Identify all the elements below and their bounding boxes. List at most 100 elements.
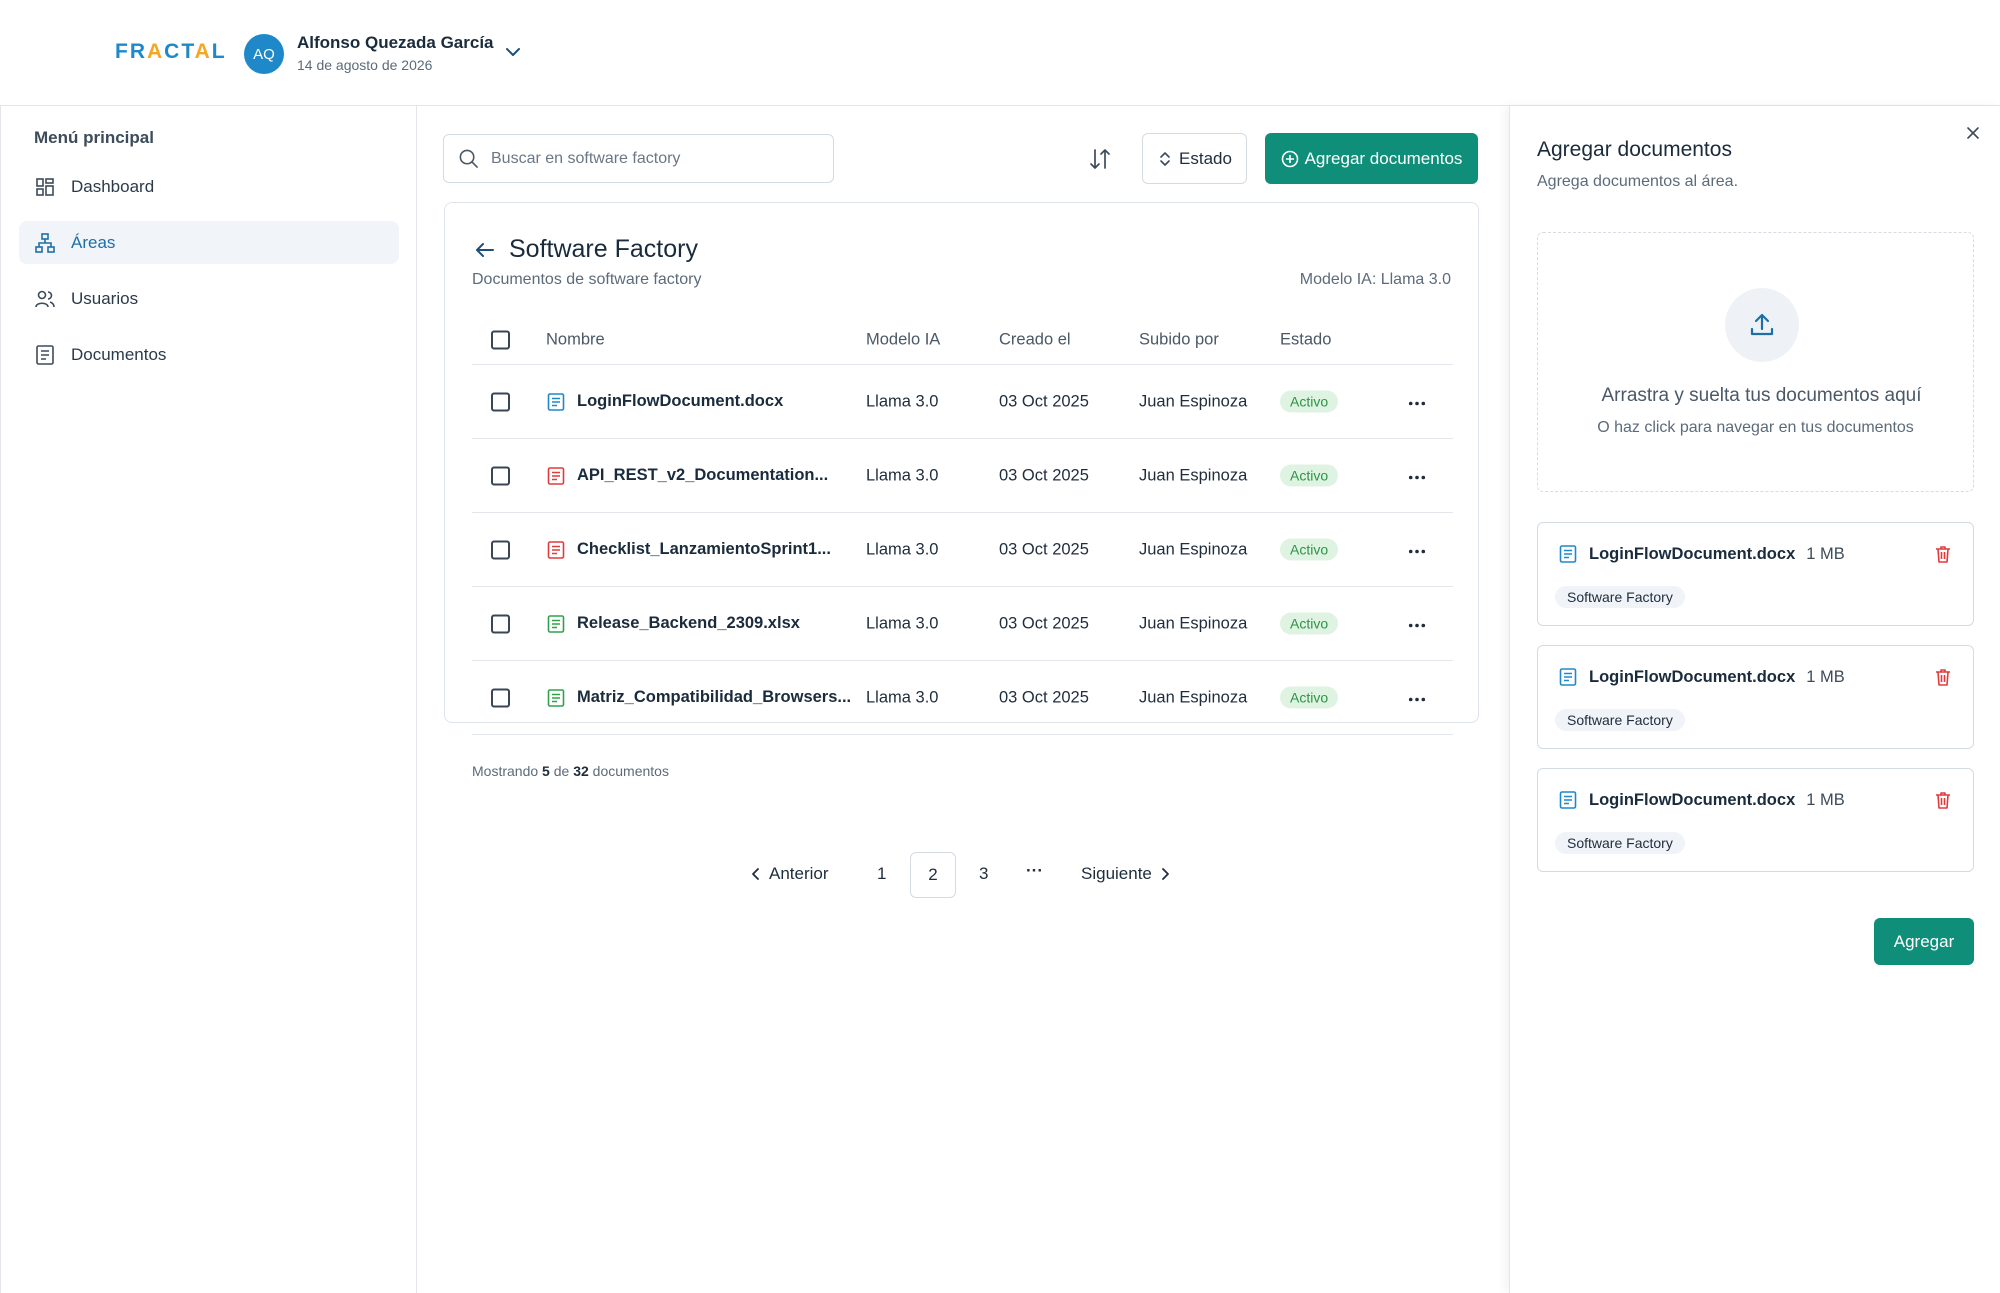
page-1-button[interactable]: 1	[877, 864, 886, 884]
page-subtitle: Documentos de software factory	[472, 271, 702, 288]
area-tag: Software Factory	[1555, 832, 1685, 854]
column-header-model[interactable]: Modelo IA	[866, 331, 940, 350]
uploaded-file-name: LoginFlowDocument.docx 1 MB	[1558, 790, 1845, 810]
panel-subtitle: Agrega documentos al área.	[1537, 173, 1739, 190]
uploader-cell: Juan Espinoza	[1139, 392, 1248, 410]
sidebar: Menú principal Dashboard Áreas Usuarios …	[0, 106, 417, 1293]
file-name-text: Checklist_LanzamientoSprint1...	[577, 540, 831, 558]
created-cell: 03 Oct 2025	[999, 614, 1089, 632]
next-label: Siguiente	[1081, 864, 1152, 883]
trash-icon[interactable]	[1933, 667, 1953, 687]
estado-filter-button[interactable]: Estado	[1142, 133, 1247, 184]
file-dropzone[interactable]: Arrastra y suelta tus documentos aquí O …	[1537, 232, 1974, 492]
file-icon	[1559, 668, 1577, 686]
file-icon	[1559, 545, 1577, 563]
file-icon	[547, 688, 565, 707]
footer-mid: de	[553, 763, 570, 779]
panel-title: Agregar documentos	[1537, 138, 1732, 161]
search-box[interactable]	[443, 134, 834, 183]
chevron-down-icon[interactable]	[503, 42, 523, 62]
table-row[interactable]: Release_Backend_2309.xlsx Llama 3.0 03 Oct…	[472, 587, 1453, 661]
column-header-state[interactable]: Estado	[1280, 331, 1331, 350]
more-options-icon[interactable]	[1408, 688, 1428, 707]
row-checkbox[interactable]	[491, 614, 510, 633]
uploaded-file-name-text: LoginFlowDocument.docx	[1589, 667, 1796, 686]
column-header-name[interactable]: Nombre	[546, 331, 605, 350]
created-cell: 03 Oct 2025	[999, 392, 1089, 410]
file-name[interactable]: LoginFlowDocument.docx	[546, 392, 783, 412]
table-row[interactable]: Matriz_Compatibilidad_Browsers... Llama 3…	[472, 661, 1453, 735]
model-cell: Llama 3.0	[866, 688, 939, 706]
users-icon	[35, 290, 55, 307]
arrow-left-icon[interactable]	[473, 238, 497, 262]
sidebar-item-label: Usuarios	[71, 288, 139, 308]
sidebar-item-documents[interactable]: Documentos	[19, 333, 399, 376]
model-info: Modelo IA: Llama 3.0	[1299, 271, 1451, 288]
more-options-icon[interactable]	[1408, 466, 1428, 485]
model-cell: Llama 3.0	[866, 466, 939, 484]
select-all-checkbox[interactable]	[491, 330, 510, 350]
hierarchy-icon	[35, 232, 55, 253]
area-tag: Software Factory	[1555, 709, 1685, 731]
page-2-button[interactable]: 2	[910, 852, 956, 898]
file-name-text: Matriz_Compatibilidad_Browsers...	[577, 688, 852, 706]
sidebar-item-areas[interactable]: Áreas	[19, 221, 399, 264]
footer-total-count: 32	[573, 763, 589, 779]
more-options-icon[interactable]	[1408, 540, 1428, 559]
trash-icon[interactable]	[1933, 544, 1953, 564]
file-icon	[1559, 791, 1577, 809]
uploader-cell: Juan Espinoza	[1139, 466, 1248, 484]
agregar-button[interactable]: Agregar	[1874, 918, 1974, 965]
status-badge: Activo	[1280, 538, 1339, 560]
row-checkbox[interactable]	[491, 392, 510, 411]
add-documents-button[interactable]: Agregar documentos	[1265, 133, 1478, 184]
uploaded-file-name-text: LoginFlowDocument.docx	[1589, 544, 1796, 563]
next-page-button[interactable]: Siguiente	[1081, 864, 1172, 884]
sidebar-item-dashboard[interactable]: Dashboard	[19, 165, 399, 208]
chevron-right-icon	[1161, 868, 1169, 880]
search-input[interactable]	[491, 149, 811, 168]
logo-part: A	[147, 40, 165, 63]
menu-title: Menú principal	[34, 128, 154, 147]
fractal-logo[interactable]: FRACTAL	[115, 40, 227, 64]
uploaded-file-name-text: LoginFlowDocument.docx	[1589, 790, 1796, 809]
previous-page-button[interactable]: Anterior	[749, 864, 829, 884]
model-cell: Llama 3.0	[866, 540, 939, 558]
file-name[interactable]: Release_Backend_2309.xlsx	[546, 614, 800, 634]
dropzone-title: Arrastra y suelta tus documentos aquí	[1601, 385, 1922, 406]
row-checkbox[interactable]	[491, 466, 510, 485]
status-badge: Activo	[1280, 464, 1339, 486]
close-icon[interactable]	[1964, 124, 1982, 142]
file-icon	[547, 540, 565, 559]
logo-part: CT	[164, 40, 195, 63]
table-row[interactable]: LoginFlowDocument.docx Llama 3.0 03 Oct 20…	[472, 365, 1453, 439]
page-3-button[interactable]: 3	[979, 864, 988, 884]
page-title: Software Factory	[509, 235, 698, 263]
file-name-text: Release_Backend_2309.xlsx	[577, 614, 800, 632]
pagination-ellipsis[interactable]: ···	[1026, 861, 1043, 881]
avatar[interactable]: AQ	[244, 34, 284, 74]
file-icon	[547, 392, 565, 411]
column-header-created[interactable]: Creado el	[999, 331, 1071, 350]
top-header: FRACTAL AQ Alfonso Quezada García 14 de …	[0, 0, 2000, 106]
file-name[interactable]: API_REST_v2_Documentation...	[546, 466, 828, 486]
sidebar-item-users[interactable]: Usuarios	[19, 277, 399, 320]
file-name[interactable]: Matriz_Compatibilidad_Browsers...	[546, 688, 851, 708]
column-header-uploader[interactable]: Subido por	[1139, 331, 1219, 350]
more-options-icon[interactable]	[1408, 392, 1428, 411]
file-name-text: API_REST_v2_Documentation...	[577, 466, 829, 484]
status-badge: Activo	[1280, 686, 1339, 708]
sidebar-item-label: Áreas	[71, 232, 116, 252]
upload-icon-wrapper	[1725, 288, 1799, 362]
row-checkbox[interactable]	[491, 688, 510, 707]
table-row[interactable]: API_REST_v2_Documentation... Llama 3.0 03 …	[472, 439, 1453, 513]
sort-icon[interactable]	[1085, 144, 1115, 174]
table-row[interactable]: Checklist_LanzamientoSprint1... Llama 3.0…	[472, 513, 1453, 587]
file-size: 1 MB	[1806, 790, 1845, 809]
estado-label: Estado	[1179, 148, 1232, 168]
trash-icon[interactable]	[1933, 790, 1953, 810]
file-size: 1 MB	[1806, 667, 1845, 686]
file-name[interactable]: Checklist_LanzamientoSprint1...	[546, 540, 831, 560]
more-options-icon[interactable]	[1408, 614, 1428, 633]
row-checkbox[interactable]	[491, 540, 510, 559]
